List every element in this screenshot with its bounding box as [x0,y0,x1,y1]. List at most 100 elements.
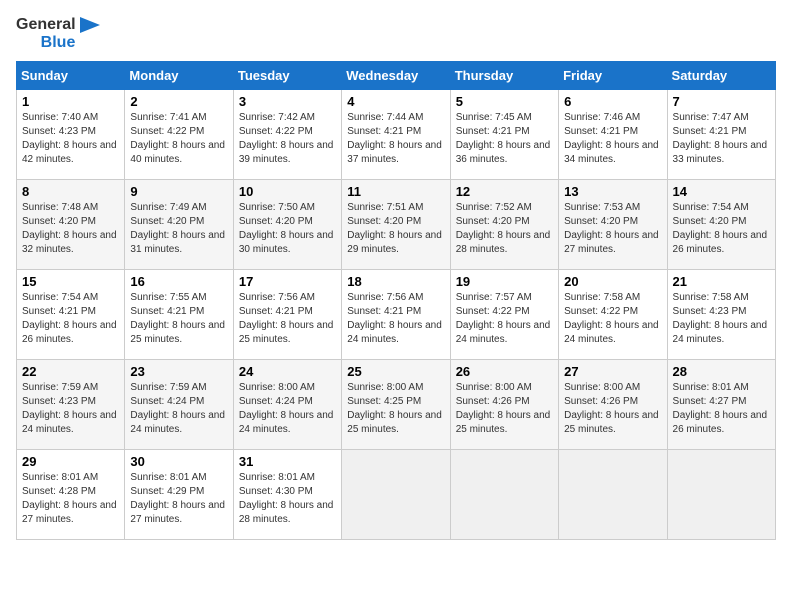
calendar-cell: 31 Sunrise: 8:01 AMSunset: 4:30 PMDayligh… [233,450,341,540]
calendar-cell [342,450,450,540]
day-number: 30 [130,454,227,469]
calendar-cell: 27 Sunrise: 8:00 AMSunset: 4:26 PMDayligh… [559,360,667,450]
day-number: 24 [239,364,336,379]
day-number: 7 [673,94,770,109]
calendar-cell: 12Sunrise: 7:52 AMSunset: 4:20 PMDayligh… [450,180,558,270]
day-number: 6 [564,94,661,109]
day-info: Sunrise: 7:59 AMSunset: 4:24 PMDaylight:… [130,381,227,437]
logo: General Blue [16,16,100,51]
calendar-table: SundayMondayTuesdayWednesdayThursdayFrid… [16,61,776,540]
day-number: 20 [564,274,661,289]
day-number: 22 [22,364,119,379]
day-number: 1 [22,94,119,109]
weekday-header-saturday: Saturday [667,62,775,90]
calendar-cell: 11 Sunrise: 7:51 AMSunset: 4:20 PMDayligh… [342,180,450,270]
day-number: 21 [673,274,770,289]
day-number: 9 [130,184,227,199]
day-number: 11 [347,184,444,199]
calendar-cell: 1 Sunrise: 7:40 AMSunset: 4:23 PMDaylight… [17,90,125,180]
day-info: Sunrise: 7:58 AMSunset: 4:23 PMDaylight:… [673,291,770,347]
weekday-header-monday: Monday [125,62,233,90]
weekday-header-sunday: Sunday [17,62,125,90]
calendar-cell: 24 Sunrise: 8:00 AMSunset: 4:24 PMDayligh… [233,360,341,450]
calendar-cell: 7Sunrise: 7:47 AMSunset: 4:21 PMDaylight… [667,90,775,180]
calendar-cell: 18 Sunrise: 7:56 AMSunset: 4:21 PMDayligh… [342,270,450,360]
day-info: Sunrise: 7:58 AMSunset: 4:22 PMDaylight:… [564,291,661,347]
day-info: Sunrise: 8:01 AMSunset: 4:27 PMDaylight:… [673,381,770,437]
calendar-cell: 25 Sunrise: 8:00 AMSunset: 4:25 PMDayligh… [342,360,450,450]
day-info: Sunrise: 8:00 AMSunset: 4:24 PMDaylight:… [239,381,336,437]
day-info: Sunrise: 8:01 AMSunset: 4:30 PMDaylight:… [239,471,336,527]
day-number: 23 [130,364,227,379]
day-info: Sunrise: 7:59 AMSunset: 4:23 PMDaylight:… [22,381,119,437]
day-info: Sunrise: 8:00 AMSunset: 4:26 PMDaylight:… [564,381,661,437]
day-info: Sunrise: 7:49 AMSunset: 4:20 PMDaylight:… [130,201,227,257]
calendar-week-row: 22 Sunrise: 7:59 AMSunset: 4:23 PMDayligh… [17,360,776,450]
calendar-week-row: 15Sunrise: 7:54 AMSunset: 4:21 PMDayligh… [17,270,776,360]
day-number: 18 [347,274,444,289]
day-number: 26 [456,364,553,379]
calendar-cell: 22 Sunrise: 7:59 AMSunset: 4:23 PMDayligh… [17,360,125,450]
weekday-header-tuesday: Tuesday [233,62,341,90]
day-info: Sunrise: 8:00 AMSunset: 4:25 PMDaylight:… [347,381,444,437]
calendar-cell: 20 Sunrise: 7:58 AMSunset: 4:22 PMDayligh… [559,270,667,360]
weekday-header-row: SundayMondayTuesdayWednesdayThursdayFrid… [17,62,776,90]
day-number: 25 [347,364,444,379]
calendar-cell: 4 Sunrise: 7:44 AMSunset: 4:21 PMDaylight… [342,90,450,180]
day-number: 10 [239,184,336,199]
day-number: 4 [347,94,444,109]
day-info: Sunrise: 7:51 AMSunset: 4:20 PMDaylight:… [347,201,444,257]
day-info: Sunrise: 7:42 AMSunset: 4:22 PMDaylight:… [239,111,336,167]
weekday-header-thursday: Thursday [450,62,558,90]
day-info: Sunrise: 7:57 AMSunset: 4:22 PMDaylight:… [456,291,553,347]
day-number: 2 [130,94,227,109]
logo-text: General Blue [16,16,100,51]
day-info: Sunrise: 7:50 AMSunset: 4:20 PMDaylight:… [239,201,336,257]
calendar-cell: 5 Sunrise: 7:45 AMSunset: 4:21 PMDaylight… [450,90,558,180]
day-info: Sunrise: 7:56 AMSunset: 4:21 PMDaylight:… [347,291,444,347]
day-number: 27 [564,364,661,379]
calendar-cell: 2 Sunrise: 7:41 AMSunset: 4:22 PMDaylight… [125,90,233,180]
day-number: 5 [456,94,553,109]
day-number: 28 [673,364,770,379]
calendar-cell: 19Sunrise: 7:57 AMSunset: 4:22 PMDayligh… [450,270,558,360]
day-number: 8 [22,184,119,199]
calendar-cell: 6 Sunrise: 7:46 AMSunset: 4:21 PMDaylight… [559,90,667,180]
calendar-cell: 28 Sunrise: 8:01 AMSunset: 4:27 PMDayligh… [667,360,775,450]
day-info: Sunrise: 7:56 AMSunset: 4:21 PMDaylight:… [239,291,336,347]
calendar-cell: 13 Sunrise: 7:53 AMSunset: 4:20 PMDayligh… [559,180,667,270]
day-info: Sunrise: 8:00 AMSunset: 4:26 PMDaylight:… [456,381,553,437]
calendar-cell: 3 Sunrise: 7:42 AMSunset: 4:22 PMDaylight… [233,90,341,180]
day-info: Sunrise: 7:44 AMSunset: 4:21 PMDaylight:… [347,111,444,167]
day-info: Sunrise: 8:01 AMSunset: 4:28 PMDaylight:… [22,471,119,527]
calendar-cell [450,450,558,540]
day-number: 31 [239,454,336,469]
day-number: 29 [22,454,119,469]
calendar-week-row: 8 Sunrise: 7:48 AMSunset: 4:20 PMDaylight… [17,180,776,270]
page-header: General Blue [16,16,776,51]
day-number: 17 [239,274,336,289]
day-info: Sunrise: 7:55 AMSunset: 4:21 PMDaylight:… [130,291,227,347]
calendar-cell: 14Sunrise: 7:54 AMSunset: 4:20 PMDayligh… [667,180,775,270]
day-number: 12 [456,184,553,199]
day-info: Sunrise: 7:41 AMSunset: 4:22 PMDaylight:… [130,111,227,167]
calendar-cell [667,450,775,540]
day-info: Sunrise: 7:48 AMSunset: 4:20 PMDaylight:… [22,201,119,257]
day-number: 3 [239,94,336,109]
day-info: Sunrise: 7:54 AMSunset: 4:21 PMDaylight:… [22,291,119,347]
calendar-cell: 30Sunrise: 8:01 AMSunset: 4:29 PMDayligh… [125,450,233,540]
calendar-cell: 15Sunrise: 7:54 AMSunset: 4:21 PMDayligh… [17,270,125,360]
weekday-header-wednesday: Wednesday [342,62,450,90]
calendar-cell: 17 Sunrise: 7:56 AMSunset: 4:21 PMDayligh… [233,270,341,360]
calendar-cell: 10 Sunrise: 7:50 AMSunset: 4:20 PMDayligh… [233,180,341,270]
day-info: Sunrise: 7:53 AMSunset: 4:20 PMDaylight:… [564,201,661,257]
calendar-week-row: 29 Sunrise: 8:01 AMSunset: 4:28 PMDayligh… [17,450,776,540]
logo-triangle-icon [80,17,100,33]
calendar-week-row: 1 Sunrise: 7:40 AMSunset: 4:23 PMDaylight… [17,90,776,180]
calendar-cell: 21 Sunrise: 7:58 AMSunset: 4:23 PMDayligh… [667,270,775,360]
calendar-cell [559,450,667,540]
day-info: Sunrise: 7:40 AMSunset: 4:23 PMDaylight:… [22,111,119,167]
day-number: 13 [564,184,661,199]
day-info: Sunrise: 7:45 AMSunset: 4:21 PMDaylight:… [456,111,553,167]
day-info: Sunrise: 7:46 AMSunset: 4:21 PMDaylight:… [564,111,661,167]
